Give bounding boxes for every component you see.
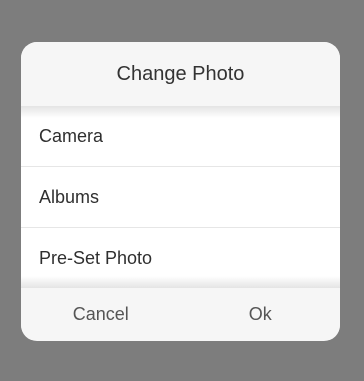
dialog-actions: Cancel Ok (21, 288, 340, 340)
change-photo-dialog: Change Photo Camera Albums Pre-Set Photo… (21, 42, 340, 341)
dialog-title: Change Photo (21, 42, 340, 106)
camera-option[interactable]: Camera (21, 106, 340, 167)
albums-option[interactable]: Albums (21, 167, 340, 228)
preset-photo-option[interactable]: Pre-Set Photo (21, 228, 340, 288)
cancel-button[interactable]: Cancel (21, 288, 181, 340)
photo-source-list: Camera Albums Pre-Set Photo (21, 106, 340, 288)
ok-button[interactable]: Ok (181, 288, 341, 340)
